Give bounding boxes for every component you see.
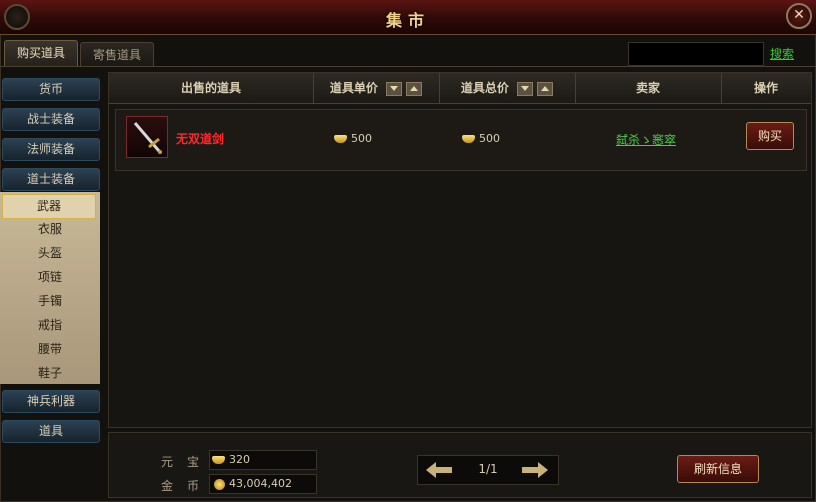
tab-consign-items[interactable]: 寄售道具 xyxy=(80,42,154,67)
tab-buy-items[interactable]: 购买道具 xyxy=(4,40,78,67)
header-action: 操作 xyxy=(721,73,811,103)
subcategory-belt[interactable]: 腰带 xyxy=(0,338,100,361)
unit-price-value: 500 xyxy=(351,132,372,145)
buy-button[interactable]: 购买 xyxy=(746,122,794,150)
ingot-icon xyxy=(334,135,347,143)
taoist-subcategory-panel: 武器 衣服 头盔 项链 手镯 戒指 腰带 鞋子 xyxy=(0,192,100,384)
unit-price: 500 xyxy=(334,132,372,145)
category-currency[interactable]: 货币 xyxy=(2,78,100,101)
category-mage-gear[interactable]: 法师装备 xyxy=(2,138,100,161)
subcategory-ring[interactable]: 戒指 xyxy=(0,314,100,337)
sword-icon xyxy=(126,116,168,158)
ingot-icon xyxy=(462,135,475,143)
sort-up-icon[interactable] xyxy=(537,81,554,96)
subcategory-shoes[interactable]: 鞋子 xyxy=(0,362,100,385)
header-total-price: 道具总价 xyxy=(439,73,576,103)
yuanbao-label: 元宝 xyxy=(161,455,214,469)
subcategory-clothes[interactable]: 衣服 xyxy=(0,218,100,241)
subcategory-necklace[interactable]: 项链 xyxy=(0,266,100,289)
header-seller-label: 卖家 xyxy=(635,81,660,95)
table-header: 出售的道具 道具单价 道具总价 卖家 操作 xyxy=(109,73,811,104)
header-item-label: 出售的道具 xyxy=(180,81,241,95)
gold-label: 金币 xyxy=(161,479,214,493)
footer-bar: 元宝 320 金币 43,004,402 1/1 刷新信息 xyxy=(108,432,812,498)
subcategory-weapon[interactable]: 武器 xyxy=(2,194,96,219)
category-sidebar: 货币 战士装备 法师装备 道士装备 武器 衣服 头盔 项链 手镯 戒指 腰带 鞋… xyxy=(0,72,104,502)
category-taoist-gear[interactable]: 道士装备 xyxy=(2,168,100,191)
window-title: 集市 xyxy=(385,11,430,30)
gold-balance: 43,004,402 xyxy=(209,474,317,494)
total-price-value: 500 xyxy=(479,132,500,145)
sort-up-icon[interactable] xyxy=(406,81,423,96)
title-bar: 集市 ✕ xyxy=(0,0,816,35)
header-total-price-label: 道具总价 xyxy=(460,81,509,95)
header-unit-price-label: 道具单价 xyxy=(329,81,378,95)
header-action-label: 操作 xyxy=(753,81,778,95)
header-unit-price: 道具单价 xyxy=(313,73,440,103)
category-divine-weapons[interactable]: 神兵利器 xyxy=(2,390,100,413)
gold-value: 43,004,402 xyxy=(229,477,292,490)
tab-divider xyxy=(0,66,816,67)
total-price: 500 xyxy=(462,132,500,145)
search-input[interactable] xyxy=(628,42,764,66)
listing-table: 出售的道具 道具单价 道具总价 卖家 操作 无双道剑 500 500 弑杀ゝ窸窣… xyxy=(108,72,812,428)
sort-down-icon[interactable] xyxy=(386,81,403,96)
category-items[interactable]: 道具 xyxy=(2,420,100,443)
subcategory-bracelet[interactable]: 手镯 xyxy=(0,290,100,313)
yuanbao-value: 320 xyxy=(229,453,250,466)
close-icon: ✕ xyxy=(793,7,805,23)
header-seller: 卖家 xyxy=(575,73,722,103)
header-item: 出售的道具 xyxy=(109,73,314,103)
sort-down-icon[interactable] xyxy=(517,81,534,96)
ingot-icon xyxy=(212,456,225,464)
yuanbao-balance: 320 xyxy=(209,450,317,470)
subcategory-helmet[interactable]: 头盔 xyxy=(0,242,100,265)
coin-icon xyxy=(214,478,225,490)
pager: 1/1 xyxy=(417,455,559,485)
search-link[interactable]: 搜索 xyxy=(770,45,794,62)
arrow-right-icon[interactable] xyxy=(522,462,548,478)
table-row[interactable]: 无双道剑 500 500 弑杀ゝ窸窣 购买 xyxy=(115,109,807,171)
refresh-button[interactable]: 刷新信息 xyxy=(677,455,759,483)
item-name[interactable]: 无双道剑 xyxy=(176,130,224,147)
seller-link[interactable]: 弑杀ゝ窸窣 xyxy=(616,131,676,148)
close-button[interactable]: ✕ xyxy=(786,3,812,29)
category-warrior-gear[interactable]: 战士装备 xyxy=(2,108,100,131)
